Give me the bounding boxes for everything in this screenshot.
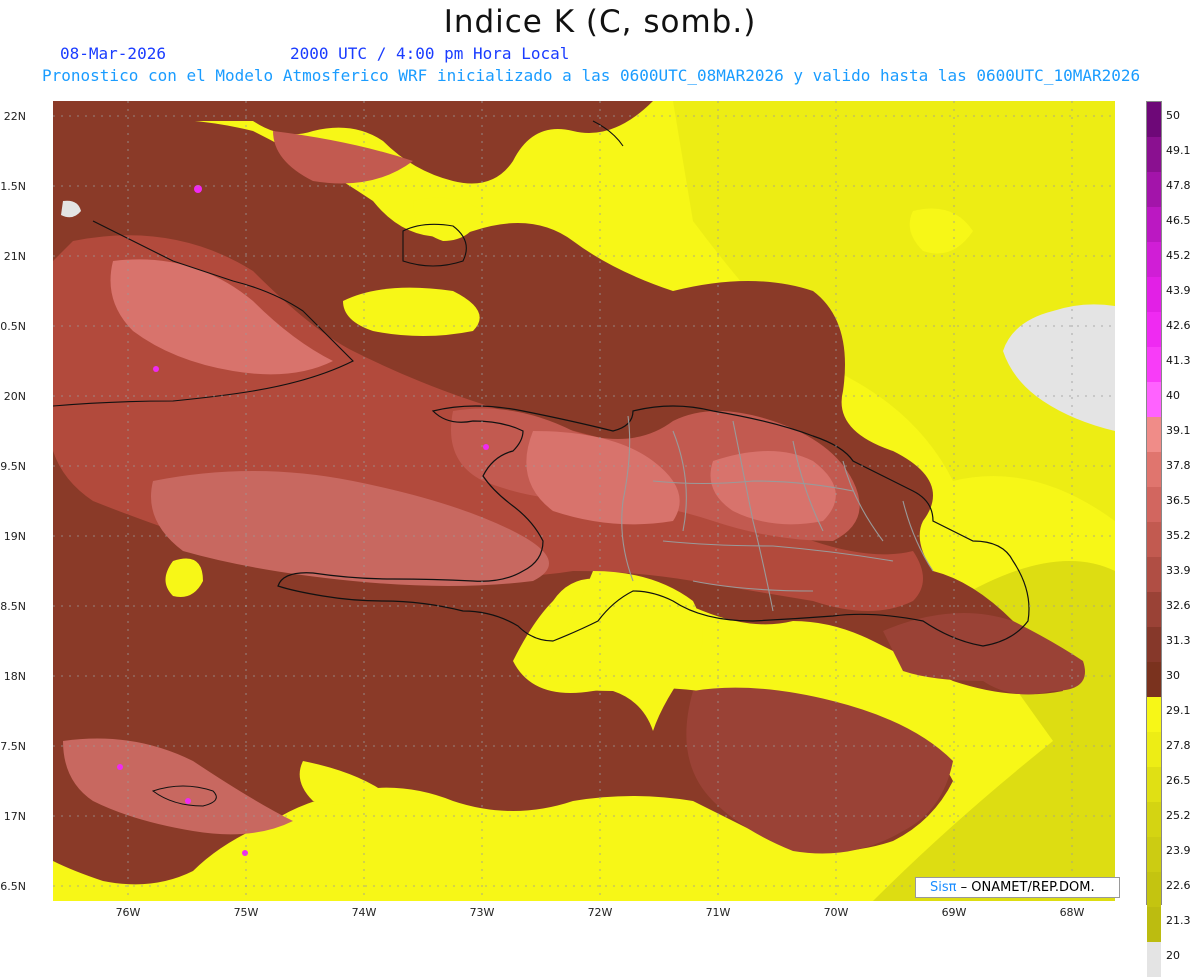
- colorbar: [1146, 101, 1162, 977]
- colorbar-label: 27.8: [1166, 739, 1191, 752]
- colorbar-label: 37.8: [1166, 459, 1191, 472]
- lat-label: 7.5N: [0, 740, 26, 753]
- colorbar-label: 25.2: [1166, 809, 1191, 822]
- colorbar-label: 46.5: [1166, 214, 1191, 227]
- lat-label: 19N: [3, 530, 26, 543]
- lon-label: 75W: [233, 906, 259, 919]
- lon-label: 69W: [941, 906, 967, 919]
- colorbar-label: 43.9: [1166, 284, 1191, 297]
- colorbar-label: 40: [1166, 389, 1180, 402]
- lat-label: 18N: [3, 670, 26, 683]
- colorbar-segment: [1147, 942, 1161, 977]
- lat-label: 21N: [3, 250, 26, 263]
- colorbar-label: 29.1: [1166, 704, 1191, 717]
- colorbar-label: 30: [1166, 669, 1180, 682]
- colorbar-label: 32.6: [1166, 599, 1191, 612]
- colorbar-segment: [1147, 592, 1161, 627]
- colorbar-segment: [1147, 452, 1161, 487]
- colorbar-segment: [1147, 837, 1161, 872]
- colorbar-label: 23.9: [1166, 844, 1191, 857]
- colorbar-label: 36.5: [1166, 494, 1191, 507]
- lat-label: 1.5N: [0, 180, 26, 193]
- credit-box: Sisπ – ONAMET/REP.DOM.: [915, 877, 1120, 898]
- colorbar-label: 47.8: [1166, 179, 1191, 192]
- lon-label: 68W: [1059, 906, 1085, 919]
- colorbar-segment: [1147, 767, 1161, 802]
- credit-brand: Sisπ: [930, 880, 957, 895]
- colorbar-label: 26.5: [1166, 774, 1191, 787]
- credit-text: – ONAMET/REP.DOM.: [960, 880, 1095, 895]
- lon-label: 73W: [469, 906, 495, 919]
- colorbar-segment: [1147, 732, 1161, 767]
- colorbar-segment: [1147, 487, 1161, 522]
- colorbar-segment: [1147, 907, 1161, 942]
- lat-label: 6.5N: [0, 880, 26, 893]
- forecast-description: Pronostico con el Modelo Atmosferico WRF…: [42, 66, 1141, 85]
- lat-label: 8.5N: [0, 600, 26, 613]
- colorbar-segment: [1147, 872, 1161, 907]
- colorbar-label: 31.3: [1166, 634, 1191, 647]
- colorbar-label: 35.2: [1166, 529, 1191, 542]
- map-field: [53, 101, 1115, 901]
- colorbar-label: 39.1: [1166, 424, 1191, 437]
- colorbar-segment: [1147, 277, 1161, 312]
- colorbar-segment: [1147, 347, 1161, 382]
- colorbar-segment: [1147, 102, 1161, 137]
- colorbar-segment: [1147, 802, 1161, 837]
- colorbar-segment: [1147, 697, 1161, 732]
- colorbar-label: 45.2: [1166, 249, 1191, 262]
- colorbar-label: 20: [1166, 949, 1180, 962]
- lon-label: 76W: [115, 906, 141, 919]
- lon-label: 72W: [587, 906, 613, 919]
- date-label: 08-Mar-2026: [60, 44, 166, 63]
- lat-label: 9.5N: [0, 460, 26, 473]
- colorbar-label: 49.1: [1166, 144, 1191, 157]
- colorbar-segment: [1147, 137, 1161, 172]
- colorbar-segment: [1147, 627, 1161, 662]
- colorbar-segment: [1147, 312, 1161, 347]
- lon-label: 74W: [351, 906, 377, 919]
- colorbar-label: 41.3: [1166, 354, 1191, 367]
- colorbar-segment: [1147, 172, 1161, 207]
- k-index-map: [53, 101, 1115, 901]
- colorbar-segment: [1147, 382, 1161, 417]
- colorbar-label: 21.3: [1166, 914, 1191, 927]
- lon-label: 71W: [705, 906, 731, 919]
- colorbar-segment: [1147, 417, 1161, 452]
- lat-label: 17N: [3, 810, 26, 823]
- colorbar-segment: [1147, 522, 1161, 557]
- colorbar-label: 22.6: [1166, 879, 1191, 892]
- lat-label: 20N: [3, 390, 26, 403]
- colorbar-label: 50: [1166, 109, 1180, 122]
- lon-label: 70W: [823, 906, 849, 919]
- time-label: 2000 UTC / 4:00 pm Hora Local: [290, 44, 570, 63]
- colorbar-segment: [1147, 557, 1161, 592]
- lat-label: 22N: [3, 110, 26, 123]
- colorbar-segment: [1147, 207, 1161, 242]
- colorbar-label: 42.6: [1166, 319, 1191, 332]
- colorbar-label: 33.9: [1166, 564, 1191, 577]
- colorbar-segment: [1147, 662, 1161, 697]
- lat-label: 0.5N: [0, 320, 26, 333]
- colorbar-segment: [1147, 242, 1161, 277]
- map-title: Indice K (C, somb.): [443, 4, 757, 40]
